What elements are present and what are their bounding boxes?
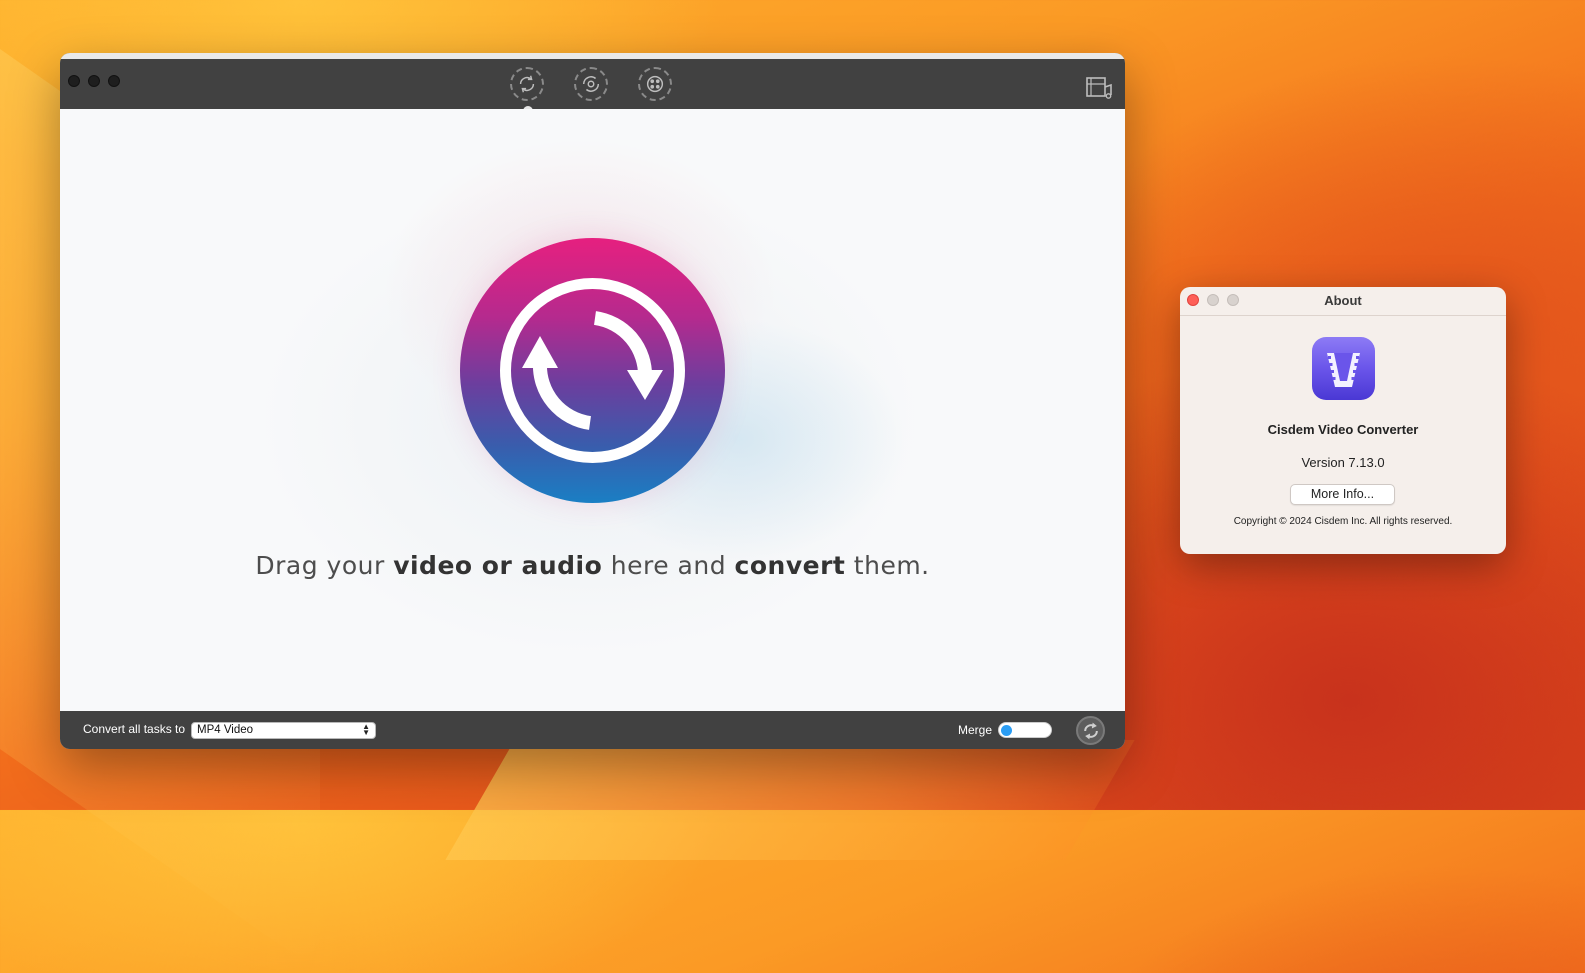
output-format-value: MP4 Video xyxy=(197,724,254,736)
drop-instructions: Drag your video or audio here and conver… xyxy=(60,551,1125,580)
drop-text-bold: video or audio xyxy=(393,551,603,580)
copyright-text: Copyright © 2024 Cisdem Inc. All rights … xyxy=(1233,516,1453,527)
film-v-icon xyxy=(1327,353,1360,387)
window-controls xyxy=(68,75,120,87)
download-tab-button[interactable] xyxy=(638,67,672,101)
drop-text-part: them. xyxy=(845,551,930,580)
more-info-button[interactable]: More Info... xyxy=(1290,484,1395,505)
about-title-bar: About xyxy=(1180,287,1506,316)
bottom-bar: Convert all tasks to MP4 Video ▲ ▼ Merge xyxy=(60,711,1125,749)
zoom-button[interactable] xyxy=(108,75,120,87)
merge-toggle[interactable] xyxy=(998,722,1052,738)
main-window: Drag your video or audio here and conver… xyxy=(60,53,1125,749)
convert-tab-button[interactable] xyxy=(510,67,544,101)
about-window: About Cisdem Video Converter Version 7.1… xyxy=(1180,287,1506,554)
close-button[interactable] xyxy=(68,75,80,87)
title-bar xyxy=(60,53,1125,116)
select-arrows-icon: ▲ ▼ xyxy=(362,722,370,737)
drop-text-bold: convert xyxy=(734,551,846,580)
convert-logo xyxy=(460,238,725,503)
drop-text-part: Drag your xyxy=(255,551,394,580)
convert-arrows-icon xyxy=(522,311,663,430)
toolbar xyxy=(510,67,672,101)
about-title: About xyxy=(1324,293,1362,308)
app-version: Version 7.13.0 xyxy=(1301,455,1385,470)
toggle-knob xyxy=(1001,725,1012,736)
convert-all-label: Convert all tasks to xyxy=(83,722,186,736)
merge-label: Merge xyxy=(958,723,993,737)
app-icon xyxy=(1312,337,1375,400)
output-format-select[interactable]: MP4 Video ▲ ▼ xyxy=(191,722,376,739)
wallpaper-wave-bottom xyxy=(445,740,1135,860)
drop-area[interactable]: Drag your video or audio here and conver… xyxy=(60,109,1125,711)
film-music-icon[interactable] xyxy=(1085,75,1113,101)
app-name: Cisdem Video Converter xyxy=(1267,422,1419,437)
minimize-button[interactable] xyxy=(88,75,100,87)
refresh-icon xyxy=(1083,722,1098,739)
film-reel-icon xyxy=(646,75,664,93)
convert-icon xyxy=(519,75,535,93)
rip-icon xyxy=(582,76,600,92)
convert-button[interactable] xyxy=(1076,716,1105,745)
rip-tab-button[interactable] xyxy=(574,67,608,101)
drop-text-part: here and xyxy=(602,551,735,580)
